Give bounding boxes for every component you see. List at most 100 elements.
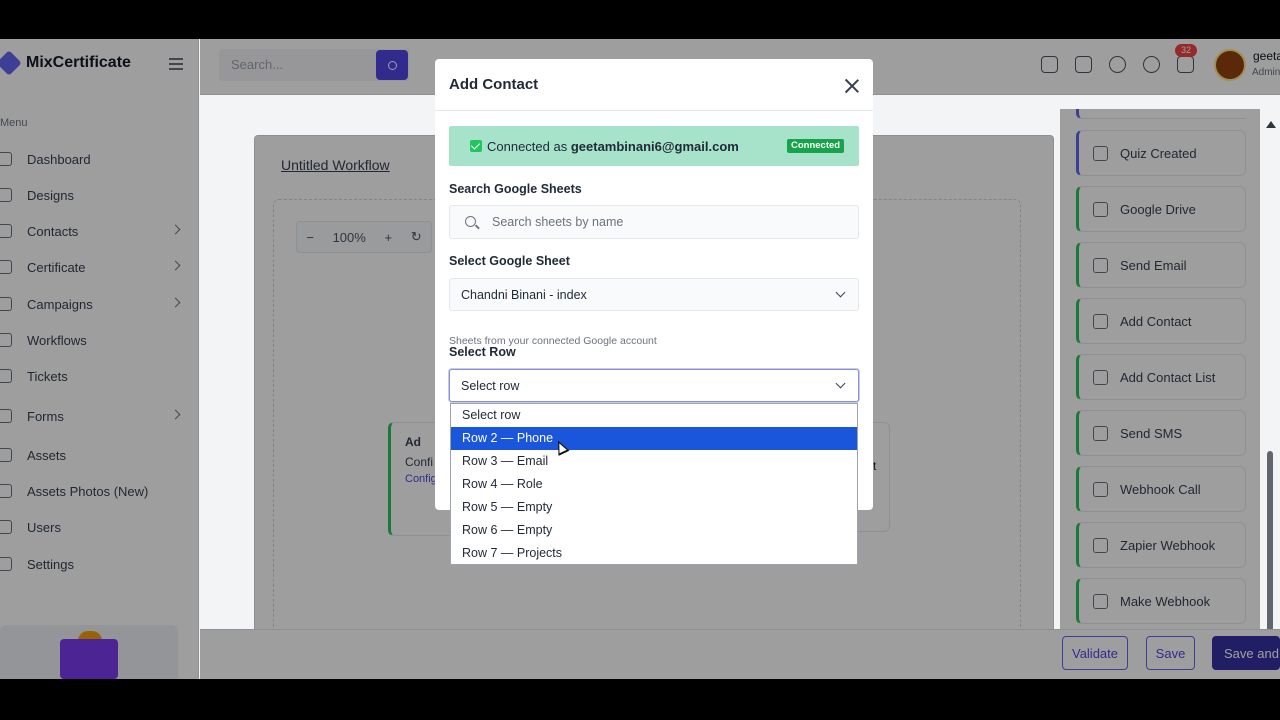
phone-icon [0,224,12,238]
sidebar-item-tickets[interactable]: Tickets [0,362,199,390]
bell-icon[interactable] [1177,56,1194,73]
save-and-publish-button[interactable]: Save and P [1212,636,1280,670]
select-sheet-label: Select Google Sheet [449,254,570,268]
sidebar-item-certificate[interactable]: Certificate [0,253,199,281]
users-icon [0,520,12,534]
row-option[interactable]: Row 5 — Empty [451,496,857,519]
search-button[interactable] [376,50,408,80]
gift-icon [60,639,118,679]
search-sheets-label: Search Google Sheets [449,182,582,196]
select-row-label: Select Row [449,345,516,359]
form-icon [0,409,12,423]
bolt-icon [1093,537,1108,553]
zoom-level: 100% [332,229,366,245]
moon-icon[interactable] [1109,56,1126,73]
row-option[interactable]: Select row [451,404,857,427]
palette-item-webhook-call[interactable]: Webhook Call [1076,466,1246,512]
help-icon[interactable] [1143,56,1160,73]
sidebar-item-assets-photos[interactable]: Assets Photos (New) [0,477,199,505]
folder-icon [1093,201,1108,217]
fullscreen-icon[interactable] [1075,56,1092,73]
sidebar-item-designs[interactable]: Designs [0,181,199,209]
avatar[interactable] [1214,49,1246,81]
notification-count-badge: 32 [1175,44,1197,57]
chevron-right-icon [170,409,181,420]
link-icon [1093,481,1108,497]
save-button[interactable]: Save [1146,636,1195,670]
box-icon [0,448,12,462]
close-icon[interactable] [843,77,861,95]
modal-header: Add Contact [435,59,873,111]
send-icon [0,297,12,311]
zoom-in-button[interactable]: + [384,230,392,245]
app-name: MixCertificate [26,54,131,71]
user-plus-icon [1093,369,1108,385]
validate-button[interactable]: Validate [1062,636,1128,670]
app-logo[interactable]: MixCertificate [0,50,131,76]
row-dropdown-list: Select row Row 2 — Phone Row 3 — Email R… [450,403,858,565]
chevron-right-icon [170,224,181,235]
google-sheet-select[interactable]: Chandni Binani - index [449,278,859,311]
chevron-right-icon [170,297,181,308]
chat-icon [1093,425,1108,441]
sidebar-item-workflows[interactable]: Workflows [0,326,199,354]
sidebar-item-forms[interactable]: Forms [0,402,199,430]
chevron-down-icon [835,378,846,389]
workflow-icon [0,333,12,347]
palette-scrollbar[interactable] [1267,451,1273,631]
menu-toggle-icon[interactable] [169,57,183,71]
row-option[interactable]: Row 6 — Empty [451,519,857,542]
row-option[interactable]: Row 7 — Projects [451,542,857,564]
sheet-search-input[interactable]: Search sheets by name [449,205,859,239]
chevron-right-icon [170,260,181,271]
row-option[interactable]: Row 3 — Email [451,450,857,473]
row-option-highlighted[interactable]: Row 2 — Phone [451,427,857,450]
promo-banner[interactable] [0,625,178,679]
user-name: geeta [1253,49,1280,63]
chevron-down-icon [835,287,846,298]
row-option[interactable]: Row 4 — Role [451,473,857,496]
palette-item-quiz-created[interactable]: Quiz Created [1076,130,1246,176]
connected-email: geetambinani6@gmail.com [570,139,739,154]
palette-item-send-sms[interactable]: Send SMS [1076,410,1246,456]
palette-item-google-drive[interactable]: Google Drive [1076,186,1246,232]
workflow-title[interactable]: Untitled Workflow [281,157,390,173]
headset-icon [0,369,12,383]
palette-item-add-contact[interactable]: Add Contact [1076,298,1246,344]
zoom-out-button[interactable]: − [306,230,314,245]
zoom-controls: − 100% + ↻ [296,221,432,253]
box-icon [0,484,12,498]
row-select[interactable]: Select row [449,369,859,402]
bolt-icon [1093,593,1108,609]
home-icon[interactable] [1041,56,1058,73]
sidebar-item-contacts[interactable]: Contacts [0,217,199,245]
search-icon [387,60,397,70]
scroll-up-arrow-icon[interactable] [1266,121,1276,128]
mail-icon [1093,257,1108,273]
google-sheet-selected-value: Chandni Binani - index [461,288,587,302]
menu-section-label: Menu [0,117,28,129]
palette-item-add-contact-list[interactable]: Add Contact List [1076,354,1246,400]
connected-account-text: Connected as geetambinani6@gmail.com [487,139,739,154]
palette-item-make-webhook[interactable]: Make Webhook [1076,578,1246,624]
reset-zoom-icon[interactable]: ↻ [411,229,422,245]
sidebar-item-assets[interactable]: Assets [0,441,199,469]
connected-account-banner: Connected as geetambinani6@gmail.com Con… [449,126,859,166]
search-icon [465,216,476,227]
sidebar-item-users[interactable]: Users [0,513,199,541]
grid-icon [1093,145,1108,161]
connected-status-badge: Connected [787,139,845,153]
palette-item-zapier-webhook[interactable]: Zapier Webhook [1076,522,1246,568]
palette-item-send-email[interactable]: Send Email [1076,242,1246,288]
checkbox-checked-icon [470,140,482,152]
sidebar-item-settings[interactable]: Settings [0,550,199,578]
palette-item-partial[interactable] [1076,109,1246,119]
sidebar: MixCertificate Menu Dashboard Designs Co… [0,39,199,679]
palette-icon [0,188,12,202]
row-selected-value: Select row [461,379,520,393]
home-icon [0,152,12,166]
sidebar-item-campaigns[interactable]: Campaigns [0,290,199,318]
users-icon [1093,313,1108,329]
certificate-icon [0,260,12,274]
sidebar-item-dashboard[interactable]: Dashboard [0,145,199,173]
